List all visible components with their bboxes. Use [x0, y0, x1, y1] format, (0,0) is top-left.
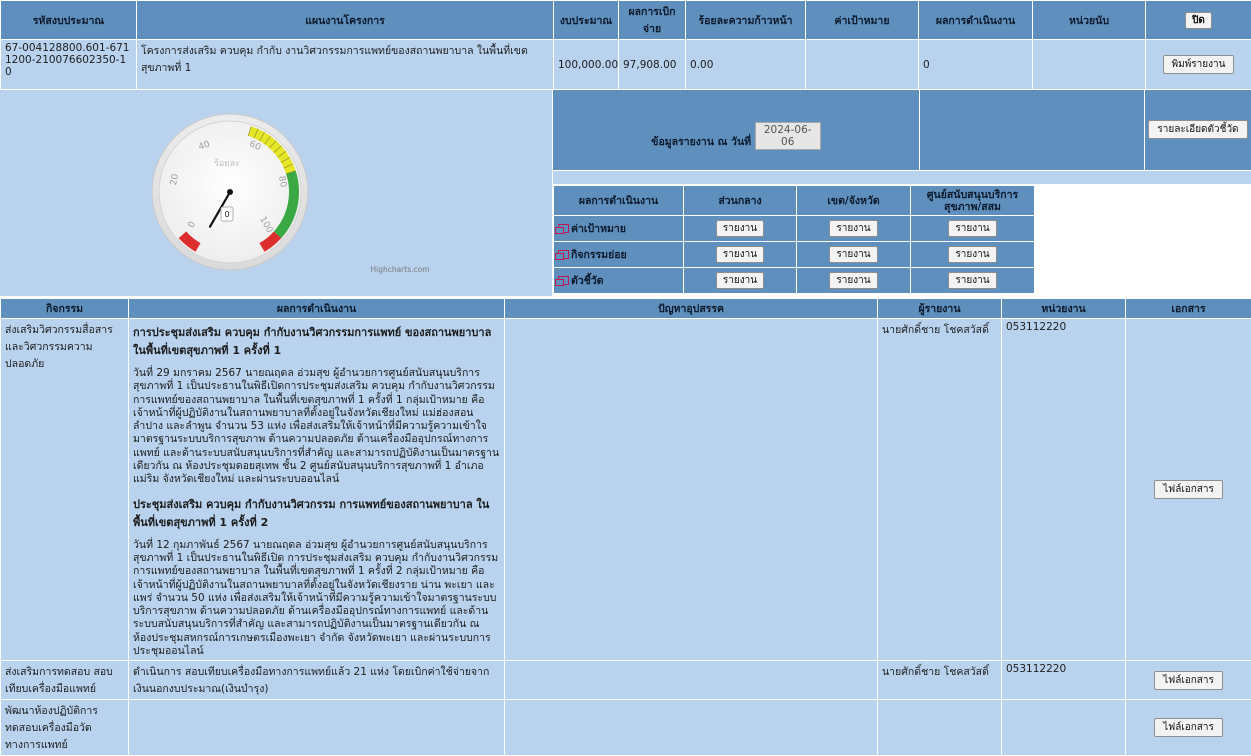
- report-button[interactable]: รายงาน: [716, 272, 764, 289]
- report-date-label: ข้อมูลรายงาน ณ วันที่: [651, 136, 751, 148]
- activities-header-agency: หน่วยงาน: [1002, 299, 1126, 319]
- project-code: 67-004128800.601-6711200-210076602350-10: [1, 40, 137, 90]
- report-button[interactable]: รายงาน: [716, 220, 764, 237]
- gauge-pivot: [227, 189, 233, 195]
- results-row-label: ค่าเป้าหมาย: [571, 223, 626, 235]
- report-button[interactable]: รายงาน: [948, 272, 996, 289]
- report-button[interactable]: รายงาน: [829, 220, 877, 237]
- project-row: 67-004128800.601-6711200-210076602350-10…: [1, 40, 1251, 90]
- activity-problem: [505, 319, 878, 661]
- results-row-subactivity: กิจกรรมย่อย รายงาน รายงาน รายงาน: [554, 242, 1035, 268]
- report-button[interactable]: รายงาน: [948, 246, 996, 263]
- activity-problem: [505, 661, 878, 700]
- col-budget-code: รหัสงบประมาณ: [1, 1, 137, 40]
- report-button[interactable]: รายงาน: [948, 220, 996, 237]
- results-row-label: กิจกรรมย่อย: [571, 249, 627, 261]
- activity-reporter: นายศักดิ์ชาย โชคสวัสดิ์: [878, 661, 1002, 700]
- results-header-center: ศูนย์สนับสนุนบริการสุขภาพ/สสม: [911, 186, 1035, 216]
- document-file-button[interactable]: ไฟล์เอกสาร: [1154, 671, 1223, 690]
- col-project-plan: แผนงานโครงการ: [137, 1, 554, 40]
- activity-result-title: การประชุมส่งเสริม ควบคุม กำกับงานวิศวกรร…: [133, 323, 500, 359]
- activity-name: ส่งเสริมวิศวกรรมสื่อสารและวิศวกรรมความปล…: [1, 319, 129, 661]
- indicator-detail-button[interactable]: รายละเอียดตัวชี้วัด: [1148, 120, 1247, 139]
- print-report-button[interactable]: พิมพ์รายงาน: [1163, 55, 1235, 74]
- activity-name: พัฒนาห้องปฏิบัติการทดสอบเครื่องมือวัดทาง…: [1, 700, 129, 756]
- activities-table: กิจกรรม ผลการดำเนินงาน ปัญหาอุปสรรค ผู้ร…: [0, 298, 1251, 756]
- activity-name: ส่งเสริมการทดสอบ สอบเทียบเครื่องมือแพทย์: [1, 661, 129, 700]
- report-icon: [558, 224, 569, 233]
- project-disbursed: 97,908.00: [619, 40, 686, 90]
- results-row-indicator: ตัวชี้วัด รายงาน รายงาน รายงาน: [554, 268, 1035, 294]
- results-header-province: เขต/จังหวัด: [797, 186, 911, 216]
- report-icon: [558, 276, 569, 285]
- activity-agency: 053112220: [1002, 319, 1126, 661]
- activities-header-problem: ปัญหาอุปสรรค: [505, 299, 878, 319]
- gauge-chart: 0 20 40 60 80 100 ร้อยละ 0 Highcharts.co…: [0, 90, 552, 296]
- report-icon: [558, 250, 569, 259]
- project-performance: 0: [919, 40, 1033, 90]
- document-file-button[interactable]: ไฟล์เอกสาร: [1154, 480, 1223, 499]
- col-target: ค่าเป้าหมาย: [806, 1, 919, 40]
- activity-reporter: นายศักดิ์ชาย โชคสวัสดิ์: [878, 319, 1002, 661]
- project-target: [806, 40, 919, 90]
- report-date-input[interactable]: 2024-06-06: [755, 122, 821, 150]
- gauge-panel: 0 20 40 60 80 100 ร้อยละ 0 Highcharts.co…: [0, 90, 552, 296]
- results-header-performance: ผลการดำเนินงาน: [554, 186, 684, 216]
- col-disbursed: ผลการเบิกจ่าย: [619, 1, 686, 40]
- col-performance: ผลการดำเนินงาน: [919, 1, 1033, 40]
- activity-result-body: วันที่ 12 กุมภาพันธ์ 2567 นายณฤดล อ่วมสุ…: [133, 539, 500, 659]
- activity-row: พัฒนาห้องปฏิบัติการทดสอบเครื่องมือวัดทาง…: [1, 700, 1251, 756]
- activities-header-reporter: ผู้รายงาน: [878, 299, 1002, 319]
- report-button[interactable]: รายงาน: [829, 272, 877, 289]
- project-summary-table: รหัสงบประมาณ แผนงานโครงการ งบประมาณ ผลกา…: [0, 0, 1251, 90]
- activity-result-title: ประชุมส่งเสริม ควบคุม กำกับงานวิศวกรรม ก…: [133, 495, 500, 531]
- col-budget: งบประมาณ: [554, 1, 619, 40]
- activity-reporter: [878, 700, 1002, 756]
- gauge-tick-20: 20: [169, 173, 181, 186]
- activity-result-body: วันที่ 29 มกราคม 2567 นายณฤดล อ่วมสุข ผู…: [133, 367, 500, 487]
- gauge-value: 0: [224, 210, 229, 219]
- close-button[interactable]: ปิด: [1185, 12, 1212, 29]
- results-row-label: ตัวชี้วัด: [571, 275, 604, 287]
- project-progress: 0.00: [686, 40, 806, 90]
- project-budget: 100,000.00: [554, 40, 619, 90]
- activities-header-activity: กิจกรรม: [1, 299, 129, 319]
- report-button[interactable]: รายงาน: [716, 246, 764, 263]
- gauge-report-panel: 0 20 40 60 80 100 ร้อยละ 0 Highcharts.co…: [0, 90, 1251, 296]
- results-table: ผลการดำเนินงาน ส่วนกลาง เขต/จังหวัด ศูนย…: [553, 185, 1035, 294]
- gauge-credit[interactable]: Highcharts.com: [370, 265, 429, 274]
- activity-row: ส่งเสริมการทดสอบ สอบเทียบเครื่องมือแพทย์…: [1, 661, 1251, 700]
- gauge-label: ร้อยละ: [214, 158, 240, 169]
- col-progress: ร้อยละความก้าวหน้า: [686, 1, 806, 40]
- activity-agency: [1002, 700, 1126, 756]
- project-unit: [1033, 40, 1146, 90]
- report-date-band: ข้อมูลรายงาน ณ วันที่ 2024-06-06: [553, 90, 919, 170]
- indicator-detail-band: รายละเอียดตัวชี้วัด: [1145, 90, 1251, 170]
- col-unit: หน่วยนับ: [1033, 1, 1146, 40]
- report-button[interactable]: รายงาน: [829, 246, 877, 263]
- activity-result: [129, 700, 505, 756]
- close-cell: ปิด: [1146, 1, 1251, 40]
- results-row-target: ค่าเป้าหมาย รายงาน รายงาน รายงาน: [554, 216, 1035, 242]
- gauge-tick-80: 80: [276, 175, 288, 188]
- activities-header-document: เอกสาร: [1126, 299, 1251, 319]
- activities-header-result: ผลการดำเนินงาน: [129, 299, 505, 319]
- results-header-central: ส่วนกลาง: [684, 186, 797, 216]
- document-file-button[interactable]: ไฟล์เอกสาร: [1154, 718, 1223, 737]
- activity-agency: 053112220: [1002, 661, 1126, 700]
- activity-problem: [505, 700, 878, 756]
- report-spacer: [553, 171, 1251, 184]
- project-name: โครงการส่งเสริม ควบคุม กำกับ งานวิศวกรรม…: [137, 40, 554, 90]
- report-blank-band: [920, 90, 1144, 170]
- activity-result: การประชุมส่งเสริม ควบคุม กำกับงานวิศวกรร…: [129, 319, 505, 661]
- activity-result: ดำเนินการ สอบเทียบเครื่องมือทางการแพทย์แ…: [129, 661, 505, 700]
- activity-row: ส่งเสริมวิศวกรรมสื่อสารและวิศวกรรมความปล…: [1, 319, 1251, 661]
